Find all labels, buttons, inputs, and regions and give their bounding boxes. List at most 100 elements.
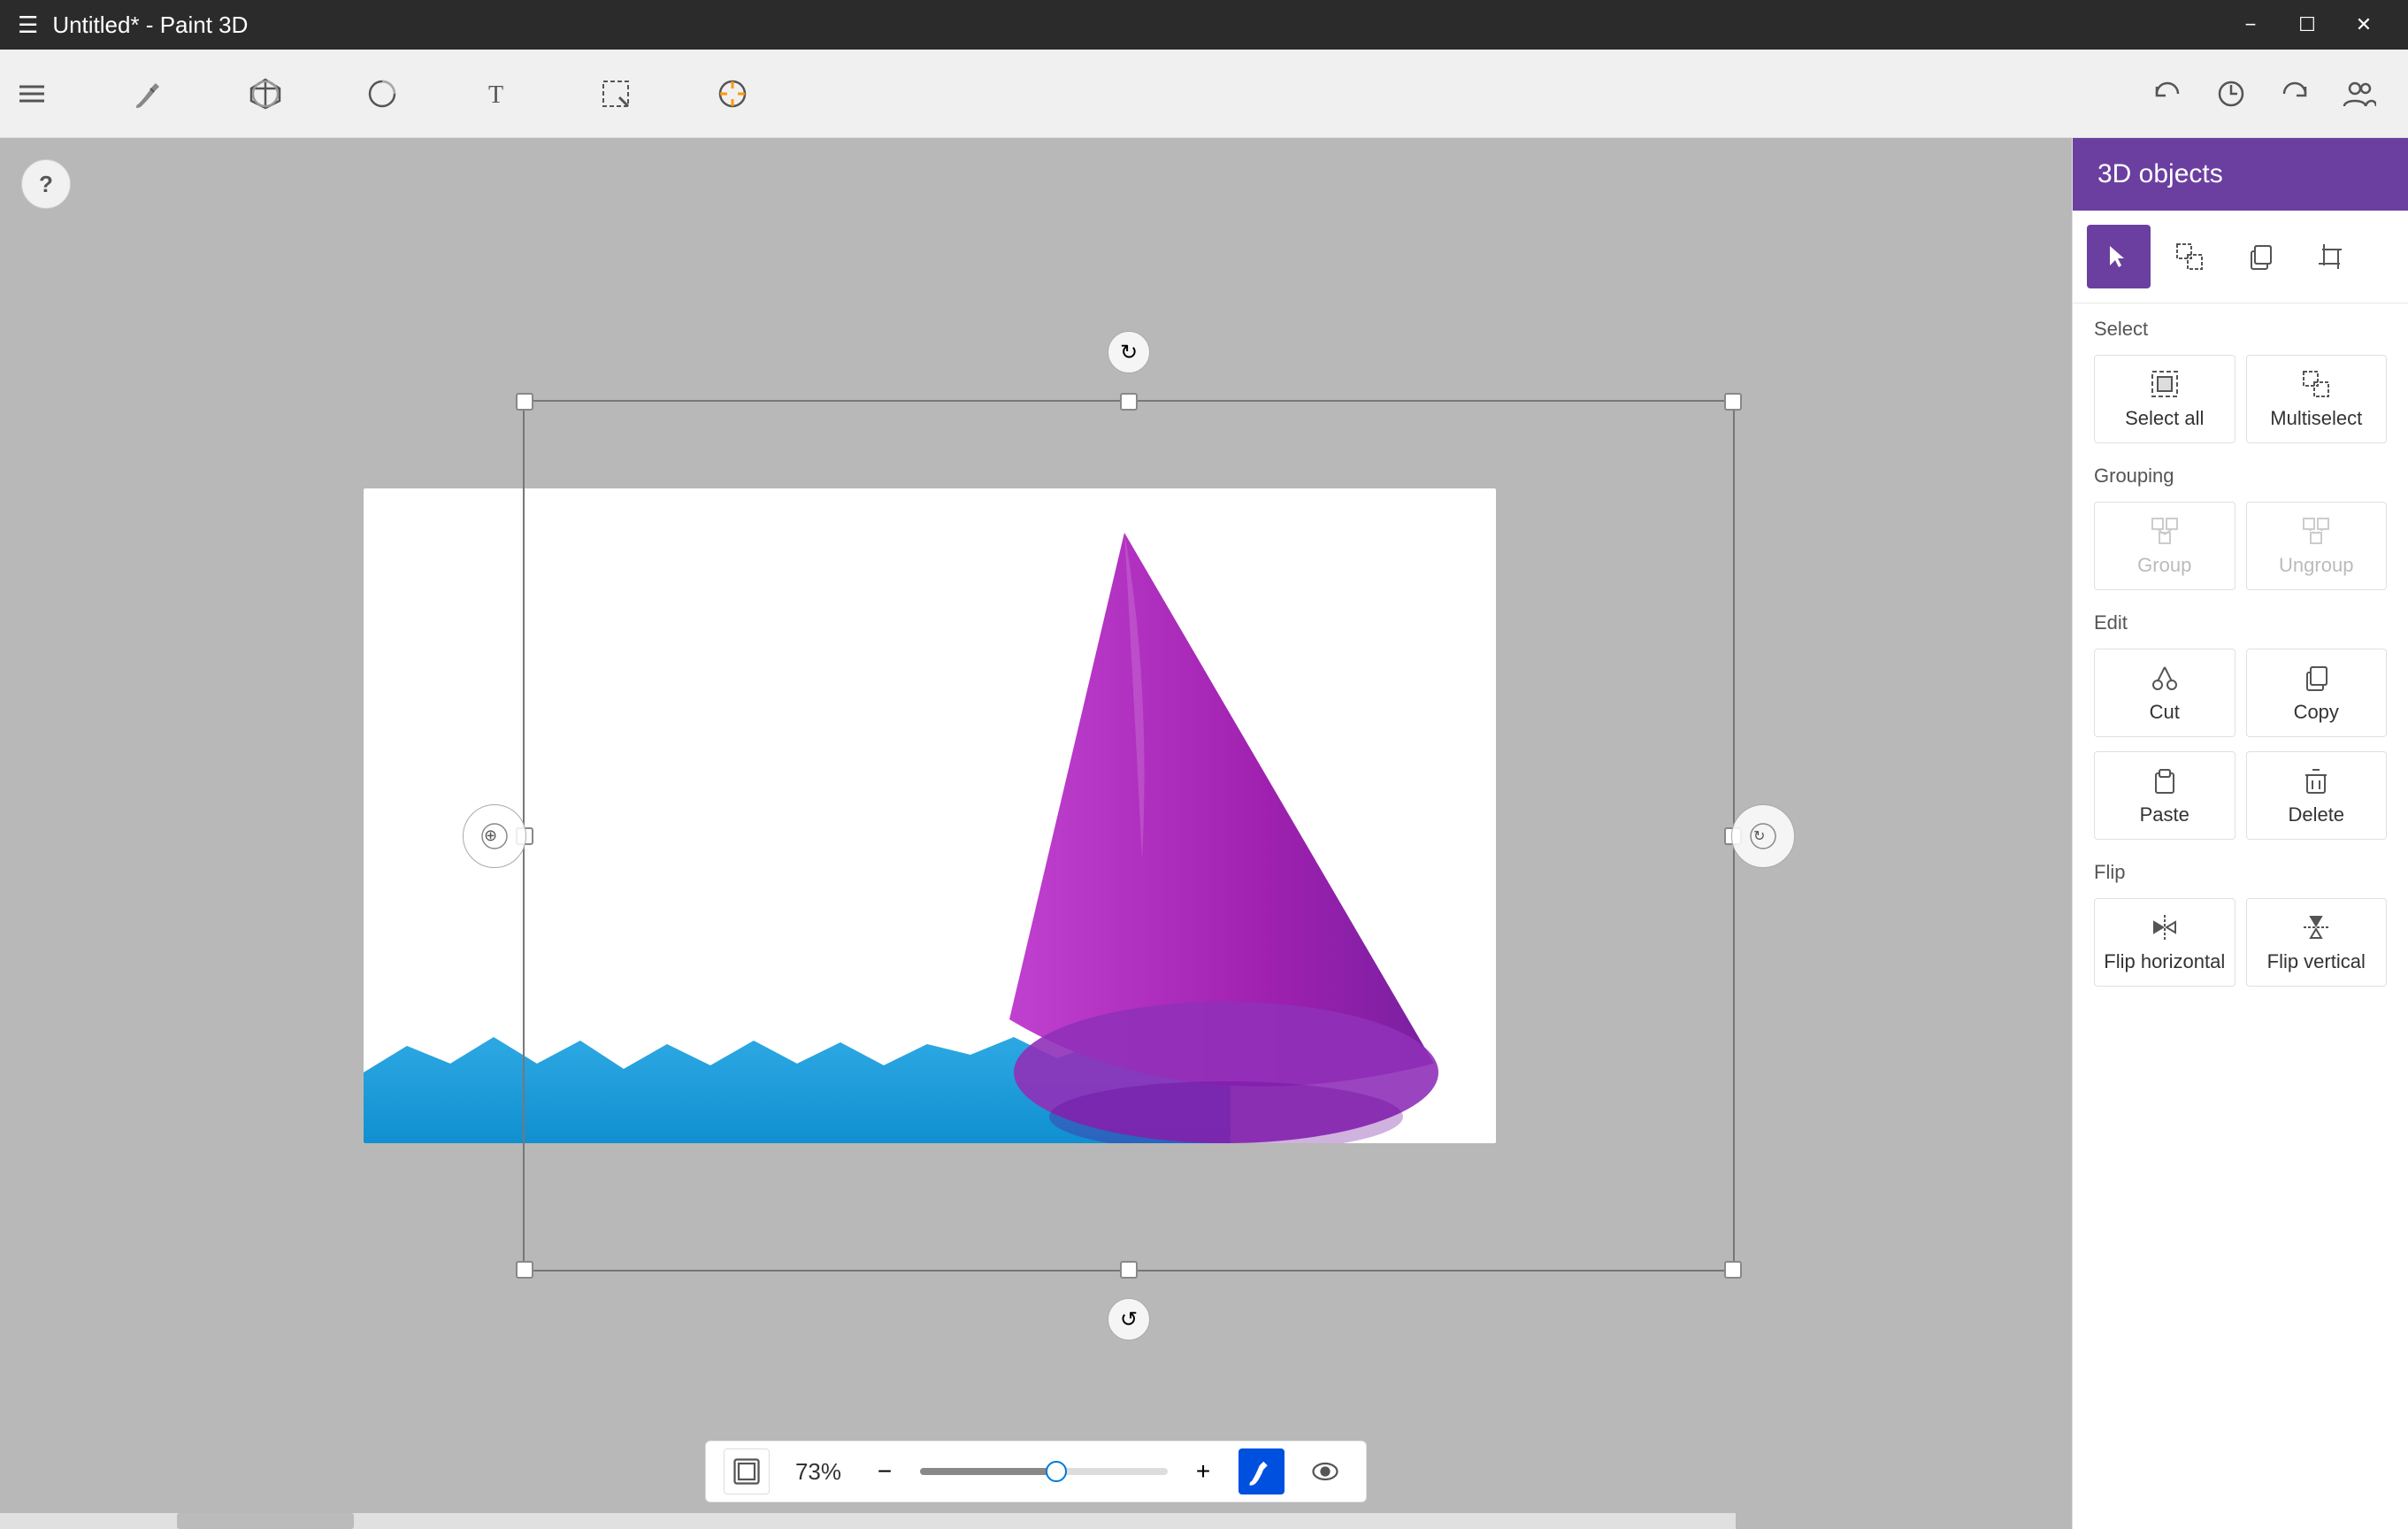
group-button[interactable]: Group [2094, 502, 2235, 590]
zoom-percent-label: 73% [787, 1458, 849, 1486]
handle-bottom-center[interactable] [1120, 1261, 1138, 1279]
svg-text:↻: ↻ [1753, 829, 1765, 844]
toolbar-right-actions [2144, 71, 2408, 117]
zoom-slider-fill [920, 1468, 1056, 1475]
handle-bottom-left[interactable] [516, 1261, 533, 1279]
redo-button[interactable] [2272, 71, 2318, 117]
zoom-controls: 73% − + [705, 1441, 1367, 1502]
toggle-visibility-button[interactable] [1302, 1448, 1348, 1494]
select-all-icon [2149, 368, 2181, 400]
select-section-label: Select [2073, 303, 2408, 348]
zoom-slider-thumb[interactable] [1046, 1461, 1067, 1482]
close-button[interactable]: ✕ [2337, 7, 2390, 42]
edit-btn-row-1: Cut Copy [2073, 642, 2408, 744]
panel-tools [2073, 211, 2408, 303]
handle-top-right[interactable] [1724, 393, 1742, 411]
main-toolbar: T [0, 50, 2408, 138]
select-all-button[interactable]: Select all [2094, 355, 2235, 443]
scrollbar-thumb[interactable] [177, 1513, 354, 1529]
horizontal-scrollbar[interactable] [0, 1513, 1736, 1529]
handle-bottom-right[interactable] [1724, 1261, 1742, 1279]
zoom-slider[interactable] [920, 1468, 1168, 1475]
toolbar-brushes-button[interactable] [117, 69, 180, 119]
toolbar-effects-button[interactable] [701, 69, 764, 119]
panel-title: 3D objects [2073, 138, 2408, 211]
paste-button[interactable]: Paste [2094, 751, 2235, 840]
flip-horizontal-button[interactable]: Flip horizontal [2094, 898, 2235, 987]
history-icon [2213, 76, 2249, 111]
crop-button[interactable] [2299, 225, 2363, 288]
grouping-section-label: Grouping [2073, 450, 2408, 495]
title-bar: ☰ Untitled* - Paint 3D − ☐ ✕ [0, 0, 2408, 50]
ungroup-icon [2300, 515, 2332, 547]
copy-icon [2300, 662, 2332, 694]
hamburger-icon: ☰ [18, 12, 38, 39]
pointer-icon [2103, 241, 2135, 273]
fit-window-icon [731, 1456, 763, 1487]
magic-select-button[interactable] [2158, 225, 2221, 288]
cut-icon [2149, 662, 2181, 694]
brush-icon [131, 76, 166, 111]
undo-icon [2150, 76, 2185, 111]
minimize-button[interactable]: − [2224, 7, 2277, 42]
window-title: Untitled* - Paint 3D [52, 12, 248, 39]
flip-vertical-icon [2300, 911, 2332, 943]
toolbar-menu-button[interactable] [0, 69, 64, 119]
eye-icon [1309, 1456, 1341, 1487]
menu-icon [14, 76, 50, 111]
edit-btn-row-2: Paste Delete [2073, 744, 2408, 847]
paste-icon [2149, 764, 2181, 796]
edit-section-label: Edit [2073, 597, 2408, 642]
brush-active-icon [1246, 1456, 1277, 1487]
right-panel: 3D objects [2072, 138, 2408, 1529]
select-btn-row: Select all Multiselect [2073, 348, 2408, 450]
toggle-brush-button[interactable] [1239, 1448, 1285, 1494]
rotate-3d-icon: ↻ [1747, 820, 1779, 852]
people-icon [2341, 76, 2376, 111]
flip-horizontal-icon [2149, 911, 2181, 943]
maximize-button[interactable]: ☐ [2281, 7, 2334, 42]
delete-icon [2300, 764, 2332, 796]
toolbar-3d-shapes-button[interactable] [234, 69, 297, 119]
handle-middle-right[interactable] [1724, 827, 1742, 845]
toolbar-select-button[interactable] [584, 69, 648, 119]
grouping-btn-row: Group Ungroup [2073, 495, 2408, 597]
toolbar-text-button[interactable]: T [467, 69, 531, 119]
handle-top-center[interactable] [1120, 393, 1138, 411]
undo-button[interactable] [2144, 71, 2190, 117]
main-area: ? [0, 138, 2408, 1529]
rotate-handle-bottom[interactable]: ↺ [1108, 1298, 1150, 1341]
delete-button[interactable]: Delete [2246, 751, 2388, 840]
toolbar-2d-shapes-button[interactable] [350, 69, 414, 119]
zoom-in-button[interactable]: + [1185, 1454, 1221, 1489]
history-button[interactable] [2208, 71, 2254, 117]
help-button[interactable]: ? [21, 159, 71, 209]
flip-btn-row: Flip horizontal Flip vertical [2073, 891, 2408, 994]
select-tool-button[interactable] [2087, 225, 2151, 288]
ungroup-button[interactable]: Ungroup [2246, 502, 2388, 590]
copy-paste-icon [2244, 241, 2276, 273]
magic-select-icon [2174, 241, 2205, 273]
window-controls: − ☐ ✕ [2224, 7, 2390, 42]
fit-to-window-button[interactable] [724, 1448, 770, 1494]
effects-icon [715, 76, 750, 111]
svg-text:T: T [488, 81, 503, 109]
canvas-white [364, 488, 1496, 1143]
cube-icon [248, 76, 283, 111]
flip-section-label: Flip [2073, 847, 2408, 891]
circle-icon [364, 76, 400, 111]
multiselect-button[interactable]: Multiselect [2246, 355, 2388, 443]
multiselect-icon [2300, 368, 2332, 400]
crop-icon [2315, 241, 2347, 273]
zoom-out-button[interactable]: − [867, 1454, 902, 1489]
3d-depth-handle-right[interactable]: ↻ [1731, 804, 1795, 868]
flip-vertical-button[interactable]: Flip vertical [2246, 898, 2388, 987]
cut-button[interactable]: Cut [2094, 649, 2235, 737]
copy-paste-button[interactable] [2228, 225, 2292, 288]
copy-button[interactable]: Copy [2246, 649, 2388, 737]
text-icon: T [481, 76, 517, 111]
people-button[interactable] [2335, 71, 2381, 117]
rotate-handle-top[interactable]: ↻ [1108, 331, 1150, 373]
handle-top-left[interactable] [516, 393, 533, 411]
canvas-area[interactable]: ? [0, 138, 2072, 1529]
